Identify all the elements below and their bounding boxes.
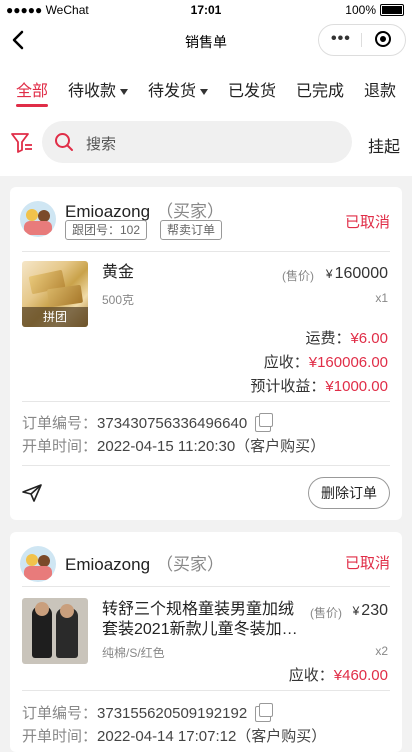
product-image[interactable]: 拼团: [22, 261, 88, 327]
tab-shipped[interactable]: 已发货: [228, 77, 276, 101]
product-name: 转舒三个规格童装男童加绒 套装2021新款儿童冬装加…: [102, 601, 298, 638]
expected-profit-row: 预计收益：¥1000.00: [250, 378, 388, 395]
order-card[interactable]: Emioazong （买家） 已取消 转舒三个规格童装男童加绒 套装2021新款儿童…: [10, 532, 402, 752]
battery-icon: [380, 4, 404, 16]
order-number-row: 订单编号：373430756336496640: [22, 412, 274, 433]
status-bar: ●●●●● WeChat 17:01 100%: [0, 0, 412, 20]
search-icon: [55, 133, 73, 151]
delete-order-button[interactable]: 删除订单: [308, 477, 390, 509]
order-status: 已取消: [344, 555, 390, 572]
product-spec: 纯棉/S/红色: [102, 646, 165, 660]
tab-completed[interactable]: 已完成: [296, 77, 344, 101]
tab-all[interactable]: 全部: [16, 77, 48, 101]
product-price: ¥230: [352, 602, 388, 619]
hang-button[interactable]: 挂起: [368, 133, 400, 157]
avatar: [20, 546, 56, 582]
chevron-down-icon: [200, 88, 209, 95]
active-tab-indicator: [16, 104, 48, 107]
product-image[interactable]: [22, 598, 88, 664]
share-send-icon[interactable]: [22, 484, 42, 502]
chevron-down-icon: [120, 88, 129, 95]
order-card[interactable]: Emioazong （买家） 已取消 跟团号：102 帮卖订单 拼团 黄金 500…: [10, 187, 402, 520]
open-time-row: 开单时间：2022-04-15 11:20:30（客户购买）: [22, 438, 326, 455]
open-time-row: 开单时间：2022-04-14 17:07:12（客户购买）: [22, 728, 327, 745]
product-name: 黄金: [102, 264, 135, 281]
battery-percent: 100%: [345, 3, 376, 17]
more-icon[interactable]: •••: [331, 31, 351, 47]
order-number-row: 订单编号：373155620509192192: [22, 702, 274, 723]
buyer-name: Emioazong （买家）: [65, 202, 225, 221]
buyer-name: Emioazong （买家）: [65, 555, 225, 574]
shipping-fee-row: 运费：¥6.00: [305, 330, 388, 347]
tab-pending-payment[interactable]: 待收款: [68, 77, 129, 101]
copy-icon[interactable]: [255, 413, 274, 433]
product-spec: 500克: [102, 293, 135, 307]
receivable-row: 应收：¥460.00: [288, 667, 388, 684]
price-label: (售价): [282, 269, 314, 283]
product-quantity: x1: [375, 291, 388, 305]
close-miniprogram-icon[interactable]: [375, 31, 391, 47]
search-row: 搜索 挂起: [0, 110, 412, 176]
copy-icon[interactable]: [255, 703, 274, 723]
product-quantity: x2: [375, 644, 388, 658]
receivable-row: 应收：¥160006.00: [263, 354, 388, 371]
product-price: ¥160000: [325, 265, 388, 282]
search-input[interactable]: 搜索: [42, 121, 352, 163]
order-tabs: 全部 待收款 待发货 已发货 已完成 退款: [0, 62, 412, 110]
group-number-tag: 跟团号：102: [65, 220, 148, 240]
price-label: (售价): [310, 606, 342, 620]
group-buy-badge: 拼团: [22, 307, 88, 327]
search-placeholder: 搜索: [86, 136, 117, 153]
avatar: [20, 201, 56, 237]
order-status: 已取消: [344, 214, 390, 231]
filter-icon[interactable]: [10, 132, 34, 154]
tab-pending-shipment[interactable]: 待发货: [148, 77, 209, 101]
navigation-bar: 销售单 •••: [0, 20, 412, 62]
tab-refund[interactable]: 退款: [364, 77, 396, 101]
miniprogram-capsule: •••: [318, 24, 406, 56]
help-sell-tag: 帮卖订单: [160, 220, 223, 240]
